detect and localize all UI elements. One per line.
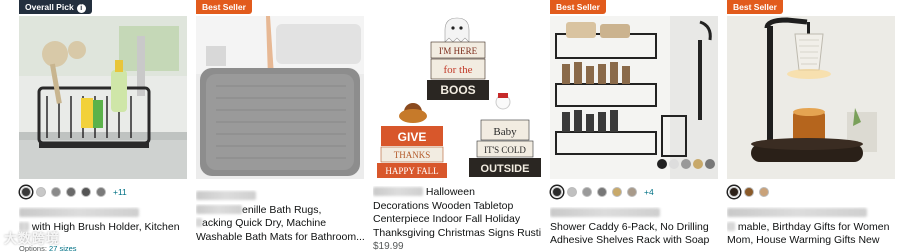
product-carousel: Overall Pick i +11 with High Brush Holde… (0, 0, 900, 252)
product-image[interactable] (550, 16, 718, 179)
color-swatch[interactable] (627, 187, 637, 197)
title-line: acking Quick Dry, Machine (196, 217, 364, 231)
more-colors-link[interactable]: +11 (113, 187, 127, 197)
halloween-blocks-image: I'M HERE for the BOOS GIVE THANKS HAPPY … (373, 16, 541, 179)
color-swatch[interactable] (96, 187, 106, 197)
best-seller-badge: Best Seller (550, 0, 606, 14)
product-card[interactable]: Overall Pick i +11 with High Brush Holde… (19, 0, 189, 252)
title-line: Shower Caddy 6-Pack, No Drilling (550, 220, 709, 233)
watermark: 大数跨境 (4, 232, 61, 247)
price: $19.99 (373, 241, 404, 252)
color-swatch[interactable] (597, 187, 607, 197)
product-card[interactable]: Best Seller (727, 0, 897, 252)
color-swatch[interactable] (552, 187, 562, 197)
title-line: mable, Birthday Gifts for Women (727, 221, 895, 235)
shower-caddy-image (550, 16, 718, 179)
color-swatches: +4 (552, 186, 654, 198)
title-line: Washable Bath Mats for Bathroom... (196, 230, 364, 243)
title-line-blurred (727, 207, 895, 221)
bath-mat-image (196, 16, 364, 179)
color-swatch[interactable] (567, 187, 577, 197)
product-image[interactable]: I'M HERE for the BOOS GIVE THANKS HAPPY … (373, 16, 541, 179)
badge-label: Overall Pick (25, 2, 74, 12)
candle-warmer-lamp-image (727, 16, 895, 179)
sign-text: OUTSIDE (481, 163, 530, 175)
color-swatch[interactable] (21, 187, 31, 197)
best-seller-badge: Best Seller (727, 0, 783, 14)
product-title[interactable]: mable, Birthday Gifts for Women Mom, Hou… (727, 207, 895, 248)
color-swatch[interactable] (582, 187, 592, 197)
more-colors-link[interactable]: +4 (644, 187, 654, 197)
color-swatch[interactable] (81, 187, 91, 197)
title-line: Mom, House Warming Gifts New (727, 234, 880, 246)
product-title[interactable]: Shower Caddy 6-Pack, No Drilling Adhesiv… (550, 207, 718, 248)
sign-text: IT'S COLD (484, 145, 526, 155)
product-image[interactable] (196, 16, 364, 179)
sign-text: for the (443, 64, 472, 76)
product-card[interactable]: Best Seller (196, 0, 366, 252)
sign-text: I'M HERE (439, 46, 478, 56)
sign-text: GIVE (398, 130, 427, 144)
color-swatch[interactable] (759, 187, 769, 197)
color-swatch[interactable] (66, 187, 76, 197)
title-line-blurred (196, 190, 364, 204)
color-swatch[interactable] (612, 187, 622, 197)
title-line-blurred (550, 207, 718, 221)
title-line: Thanksgiving Christmas Signs Rusti... (373, 226, 541, 239)
color-swatch[interactable] (51, 187, 61, 197)
title-line: Halloween (373, 186, 541, 200)
color-swatch[interactable] (36, 187, 46, 197)
sign-text: Baby (493, 126, 517, 138)
color-swatches: +11 (21, 186, 127, 198)
color-swatches (729, 186, 769, 198)
product-image[interactable] (727, 16, 895, 179)
product-card[interactable]: I'M HERE for the BOOS GIVE THANKS HAPPY … (373, 0, 543, 252)
sign-text: HAPPY FALL (385, 166, 438, 176)
sign-text: BOOS (440, 83, 475, 97)
product-card[interactable]: Best Seller (550, 0, 720, 252)
sign-text: THANKS (394, 150, 431, 160)
sink-caddy-image (19, 16, 187, 179)
product-image[interactable] (19, 16, 187, 179)
product-title[interactable]: enille Bath Rugs, acking Quick Dry, Mach… (196, 190, 364, 244)
overall-pick-badge: Overall Pick i (19, 0, 92, 14)
title-line-blurred (19, 207, 187, 221)
best-seller-badge: Best Seller (196, 0, 252, 14)
title-line: Centerpiece Indoor Fall Holiday (373, 213, 521, 225)
title-line: Decorations Wooden Tabletop (373, 199, 514, 212)
product-title[interactable]: Halloween Decorations Wooden Tabletop Ce… (373, 186, 541, 240)
color-swatch[interactable] (744, 187, 754, 197)
title-line: Adhesive Shelves Rack with Soap (550, 234, 710, 246)
title-line: enille Bath Rugs, (196, 204, 364, 218)
info-icon[interactable]: i (76, 4, 86, 13)
color-swatch[interactable] (729, 187, 739, 197)
